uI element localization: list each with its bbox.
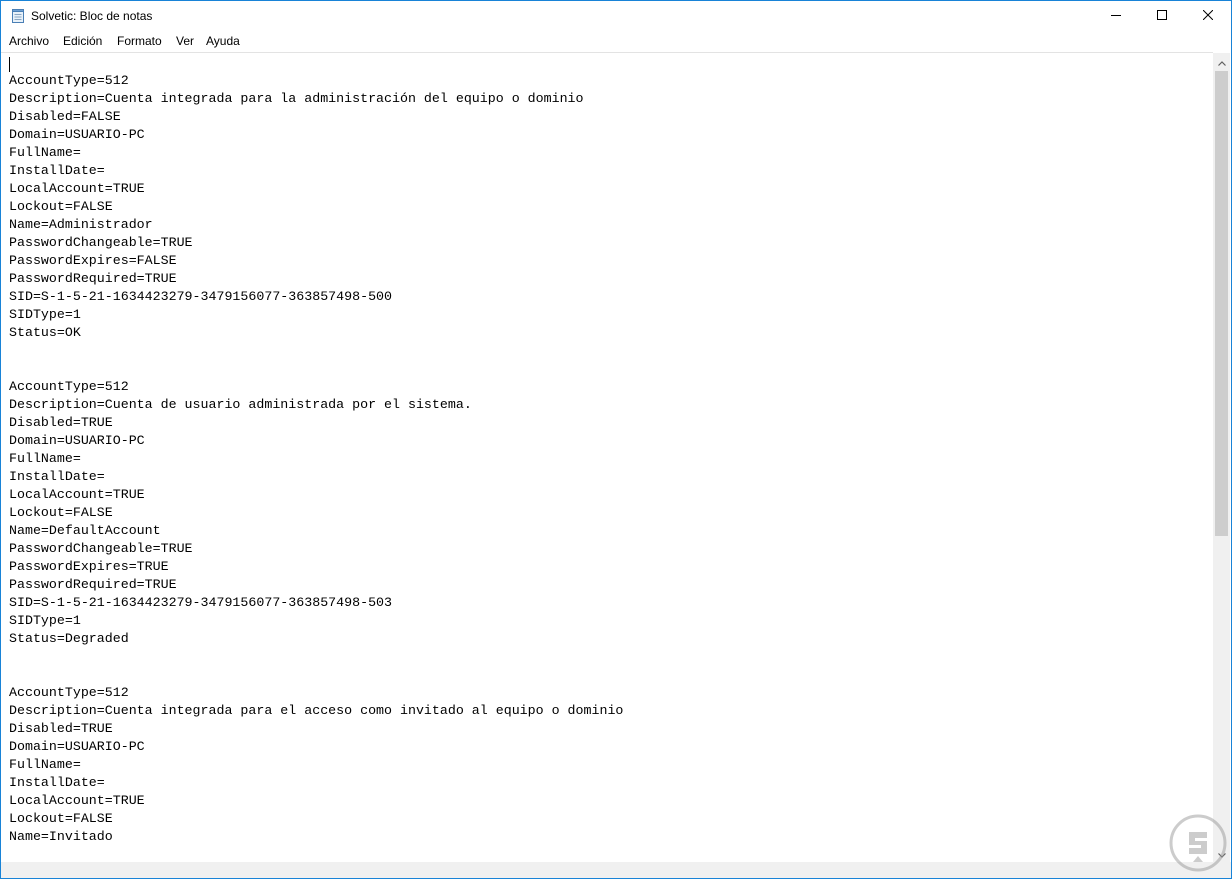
editor-line: Status=Degraded [9,631,129,646]
vertical-scrollbar[interactable] [1213,53,1230,862]
menu-archivo[interactable]: Archivo [8,34,50,48]
editor-line: Description=Cuenta integrada para la adm… [9,91,584,106]
minimize-button[interactable] [1093,1,1139,31]
editor-line: Lockout=FALSE [9,811,113,826]
window-bottom-edge [1,862,1231,878]
editor-line: Description=Cuenta integrada para el acc… [9,703,624,718]
editor-line: LocalAccount=TRUE [9,487,145,502]
editor-line: AccountType=512 [9,379,129,394]
editor-line: Domain=USUARIO-PC [9,127,145,142]
editor-line: SIDType=1 [9,307,81,322]
editor-content[interactable]: AccountType=512 Description=Cuenta integr… [9,72,623,846]
title-bar[interactable]: Solvetic: Bloc de notas [1,1,1231,31]
menu-edicion[interactable]: Edición [62,34,103,48]
text-caret [9,57,10,72]
editor-line: AccountType=512 [9,73,129,88]
editor-line: PasswordChangeable=TRUE [9,541,193,556]
notepad-window: Solvetic: Bloc de notas Archivo Edición … [0,0,1232,879]
editor-line: Name=DefaultAccount [9,523,161,538]
editor-line: SIDType=1 [9,613,81,628]
editor-line: Disabled=TRUE [9,721,113,736]
editor-line: Description=Cuenta de usuario administra… [9,397,472,412]
editor-line: Name=Administrador [9,217,153,232]
editor-line: PasswordExpires=TRUE [9,559,169,574]
menu-ver[interactable]: Ver [175,34,195,48]
editor-line: InstallDate= [9,163,105,178]
scroll-up-button[interactable] [1213,53,1230,70]
maximize-button[interactable] [1139,1,1185,31]
editor-line: Name=Invitado [9,829,113,844]
editor-line: FullName= [9,145,81,160]
editor-line: FullName= [9,451,81,466]
editor-line: Domain=USUARIO-PC [9,739,145,754]
editor-line: Disabled=TRUE [9,415,113,430]
menu-bar: Archivo Edición Formato Ver Ayuda [1,31,1231,51]
editor-line: SID=S-1-5-21-1634423279-3479156077-36385… [9,595,393,610]
editor-line: Lockout=FALSE [9,199,113,214]
scroll-up-icon [1217,53,1226,71]
editor-line: PasswordRequired=TRUE [9,577,177,592]
notepad-icon [11,9,25,23]
editor-line: Lockout=FALSE [9,505,113,520]
editor-line: AccountType=512 [9,685,129,700]
editor-line: LocalAccount=TRUE [9,181,145,196]
close-button[interactable] [1185,1,1231,31]
editor-line: PasswordChangeable=TRUE [9,235,193,250]
editor-line: InstallDate= [9,775,105,790]
editor-line: PasswordRequired=TRUE [9,271,177,286]
scroll-thumb[interactable] [1215,71,1228,536]
window-title: Solvetic: Bloc de notas [31,9,153,23]
editor-line: PasswordExpires=FALSE [9,253,177,268]
text-editor[interactable]: AccountType=512 Description=Cuenta integr… [1,52,1213,863]
editor-line: Status=OK [9,325,81,340]
editor-line: Disabled=FALSE [9,109,121,124]
editor-line: LocalAccount=TRUE [9,793,145,808]
solvetic-logo-icon [1169,814,1227,872]
menu-ayuda[interactable]: Ayuda [205,34,241,48]
editor-line: Domain=USUARIO-PC [9,433,145,448]
editor-line: InstallDate= [9,469,105,484]
maximize-icon [1157,9,1167,23]
menu-formato[interactable]: Formato [116,34,163,48]
editor-line: SID=S-1-5-21-1634423279-3479156077-36385… [9,289,393,304]
minimize-icon [1111,9,1121,23]
editor-line: FullName= [9,757,81,772]
close-icon [1202,9,1214,23]
